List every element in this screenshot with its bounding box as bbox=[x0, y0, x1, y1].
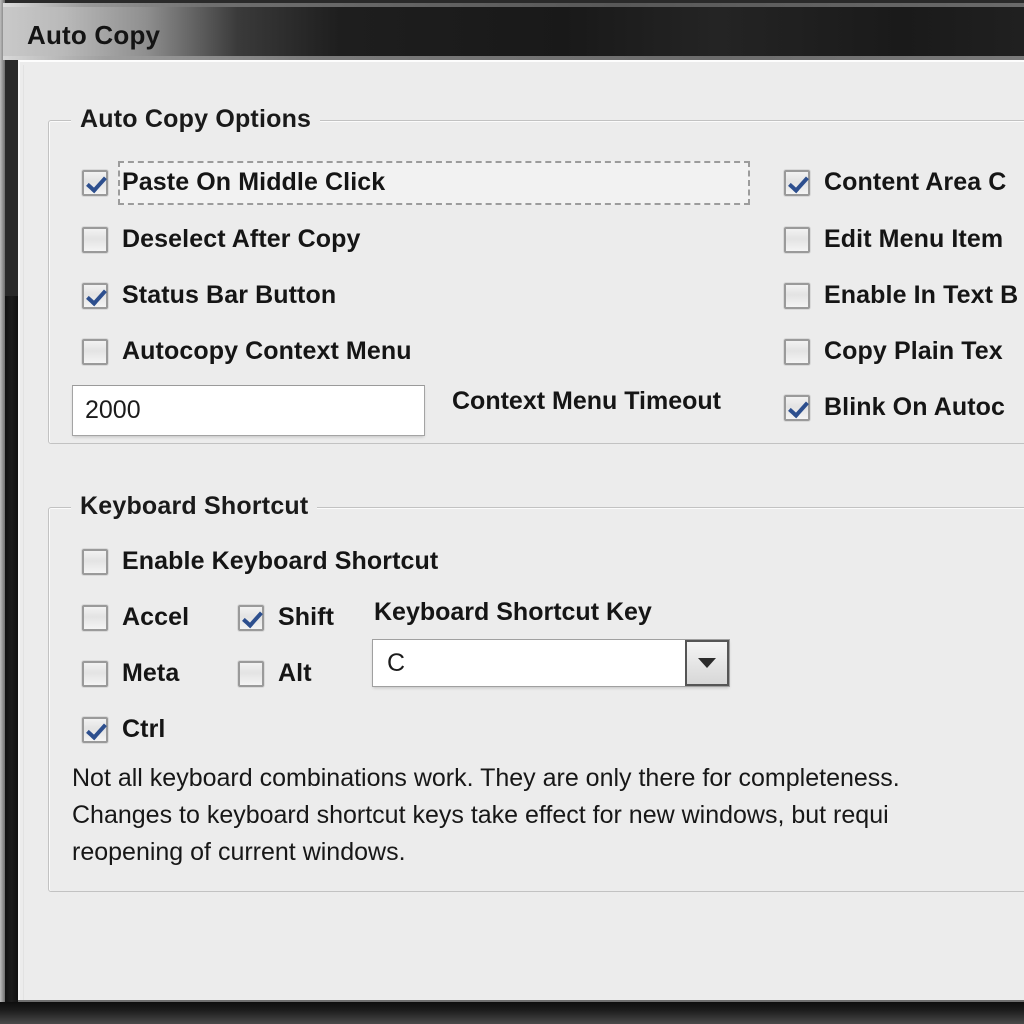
checkbox-autocopy-context-menu[interactable]: Autocopy Context Menu bbox=[82, 337, 412, 366]
checkbox-box-edit-menu-item[interactable] bbox=[784, 226, 810, 253]
context-menu-timeout-label: Context Menu Timeout bbox=[452, 387, 721, 415]
checkbox-box-enable-keyboard-shortcut[interactable] bbox=[82, 548, 108, 575]
chevron-down-glyph bbox=[698, 658, 716, 668]
checkbox-box-shift[interactable] bbox=[238, 604, 264, 631]
checkbox-box-status-bar-button[interactable] bbox=[82, 282, 108, 309]
checkbox-label-enable-in-text-boxes: Enable In Text B bbox=[824, 281, 1019, 309]
auto-copy-options-legend: Auto Copy Options bbox=[71, 105, 321, 134]
chevron-down-icon[interactable] bbox=[685, 640, 729, 686]
checkbox-box-copy-plain-text[interactable] bbox=[784, 338, 810, 365]
keyboard-shortcut-key-value: C bbox=[387, 648, 406, 677]
checkbox-deselect-after-copy[interactable]: Deselect After Copy bbox=[82, 225, 361, 254]
checkbox-paste-on-middle-click[interactable]: Paste On Middle Click bbox=[82, 168, 385, 197]
checkbox-label-autocopy-context-menu: Autocopy Context Menu bbox=[122, 337, 412, 365]
checkbox-label-meta: Meta bbox=[122, 659, 180, 687]
checkbox-label-status-bar-button: Status Bar Button bbox=[122, 281, 337, 309]
checkbox-box-enable-in-text-boxes[interactable] bbox=[784, 282, 810, 309]
checkbox-label-content-area-copy: Content Area C bbox=[824, 168, 1007, 196]
checkbox-blink-on-autocopy[interactable]: Blink On Autoc bbox=[784, 393, 1005, 422]
checkbox-label-enable-keyboard-shortcut: Enable Keyboard Shortcut bbox=[122, 547, 439, 575]
keyboard-shortcut-key-label: Keyboard Shortcut Key bbox=[374, 598, 652, 626]
checkbox-label-blink-on-autocopy: Blink On Autoc bbox=[824, 393, 1006, 421]
window-frame-left-shadow bbox=[5, 296, 18, 1008]
checkbox-box-meta[interactable] bbox=[82, 660, 108, 687]
checkbox-shift[interactable]: Shift bbox=[238, 603, 334, 632]
checkbox-box-accel[interactable] bbox=[82, 604, 108, 631]
checkbox-box-content-area-copy[interactable] bbox=[784, 169, 810, 196]
checkbox-label-alt: Alt bbox=[278, 659, 312, 687]
checkbox-label-paste-on-middle-click: Paste On Middle Click bbox=[122, 168, 386, 196]
checkbox-alt[interactable]: Alt bbox=[238, 659, 312, 688]
checkbox-enable-in-text-boxes[interactable]: Enable In Text B bbox=[784, 281, 1018, 310]
context-menu-timeout-input[interactable]: 2000 bbox=[72, 385, 425, 436]
auto-copy-window: Auto Copy Auto Copy Options Paste On Mid… bbox=[0, 0, 1024, 1024]
checkbox-accel[interactable]: Accel bbox=[82, 603, 189, 632]
keyboard-shortcut-key-select[interactable]: C bbox=[372, 639, 730, 687]
checkbox-label-copy-plain-text: Copy Plain Tex bbox=[824, 337, 1003, 365]
keyboard-shortcut-description: Not all keyboard combinations work. They… bbox=[72, 764, 900, 866]
checkbox-box-autocopy-context-menu[interactable] bbox=[82, 338, 108, 365]
checkbox-edit-menu-item[interactable]: Edit Menu Item bbox=[784, 225, 1003, 254]
checkbox-label-accel: Accel bbox=[122, 603, 190, 631]
checkbox-label-ctrl: Ctrl bbox=[122, 715, 166, 743]
checkbox-label-deselect-after-copy: Deselect After Copy bbox=[122, 225, 361, 253]
window-title: Auto Copy bbox=[27, 20, 161, 50]
title-bar-top-highlight bbox=[3, 3, 1024, 7]
checkbox-status-bar-button[interactable]: Status Bar Button bbox=[82, 281, 336, 310]
checkbox-box-ctrl[interactable] bbox=[82, 716, 108, 743]
checkbox-label-shift: Shift bbox=[278, 603, 335, 631]
keyboard-shortcut-legend: Keyboard Shortcut bbox=[71, 492, 318, 521]
checkbox-content-area-copy[interactable]: Content Area C bbox=[784, 168, 1006, 197]
checkbox-copy-plain-text[interactable]: Copy Plain Tex bbox=[784, 337, 1003, 366]
checkbox-box-deselect-after-copy[interactable] bbox=[82, 226, 108, 253]
checkbox-enable-keyboard-shortcut[interactable]: Enable Keyboard Shortcut bbox=[82, 547, 438, 576]
checkbox-box-alt[interactable] bbox=[238, 660, 264, 687]
window-frame-bottom bbox=[0, 1002, 1024, 1024]
checkbox-box-paste-on-middle-click[interactable] bbox=[82, 169, 108, 196]
checkbox-ctrl[interactable]: Ctrl bbox=[82, 715, 165, 744]
checkbox-meta[interactable]: Meta bbox=[82, 659, 179, 688]
title-bar[interactable]: Auto Copy bbox=[3, 3, 1024, 60]
checkbox-box-blink-on-autocopy[interactable] bbox=[784, 394, 810, 421]
checkbox-label-edit-menu-item: Edit Menu Item bbox=[824, 225, 1004, 253]
